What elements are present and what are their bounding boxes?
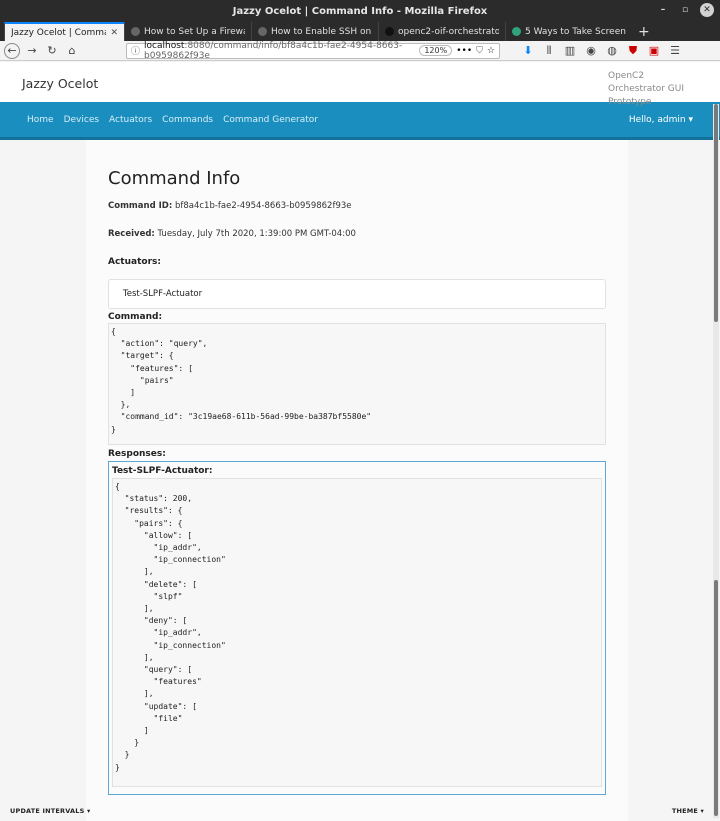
pdf-icon[interactable]: ▣ [646, 43, 662, 59]
back-arrow-icon[interactable]: ← [4, 42, 20, 59]
received-label: Received: [108, 229, 155, 239]
response-actuator-label: Test-SLPF-Actuator: [112, 466, 213, 476]
home-icon[interactable]: ⌂ [64, 43, 80, 59]
browser-toolbar: ← → ↻ ⌂ ⓘ localhost:8080/command/info/bf… [0, 41, 720, 61]
tab-close-icon[interactable]: ✕ [110, 28, 118, 38]
nav-home[interactable]: Home [27, 115, 54, 125]
command-json: { "action": "query", "target": { "featur… [108, 323, 606, 445]
forward-arrow-icon[interactable]: → [24, 43, 40, 59]
response-card: Test-SLPF-Actuator: { "status": 200, "re… [108, 461, 606, 795]
github-icon [385, 27, 394, 36]
response-json: { "status": 200, "results": { "pairs": {… [112, 478, 602, 787]
extension-icon[interactable]: ◍ [604, 43, 620, 59]
tab-label: 5 Ways to Take Screensh [525, 26, 626, 37]
reload-icon[interactable]: ↻ [44, 43, 60, 59]
page-scrollbar[interactable] [713, 104, 719, 818]
tab-openc2[interactable]: openc2-oif-orchestrator [378, 22, 505, 41]
nav-commands[interactable]: Commands [162, 115, 213, 125]
actuators-label: Actuators: [108, 257, 161, 267]
app-header: Jazzy Ocelot OpenC2 Orchestrator GUI Pro… [0, 62, 720, 107]
new-tab-button[interactable]: + [632, 22, 656, 41]
nav-devices[interactable]: Devices [64, 115, 99, 125]
site-icon [258, 27, 267, 36]
tab-label: How to Set Up a Firewall [144, 26, 245, 37]
tab-label: openc2-oif-orchestrator [398, 26, 499, 37]
actuator-item[interactable]: Test-SLPF-Actuator [108, 279, 606, 309]
scrollbar-thumb[interactable] [714, 104, 718, 322]
shield-icon[interactable]: ⛊ [625, 43, 641, 59]
page-viewport: Jazzy Ocelot OpenC2 Orchestrator GUI Pro… [0, 62, 720, 821]
received-value: Tuesday, July 7th 2020, 1:39:00 PM GMT-0… [157, 229, 356, 239]
download-icon[interactable]: ⬇ [520, 43, 536, 59]
tab-label: How to Enable SSH on U [271, 26, 372, 37]
page-title: Command Info [108, 168, 241, 189]
update-intervals-dropdown[interactable]: UPDATE INTERVALS ▾ [10, 807, 90, 815]
nav-actuators[interactable]: Actuators [109, 115, 152, 125]
window-title: Jazzy Ocelot | Command Info - Mozilla Fi… [232, 5, 488, 17]
brand-name[interactable]: Jazzy Ocelot [22, 62, 98, 91]
site-icon [131, 27, 140, 36]
zoom-level[interactable]: 120% [419, 45, 453, 56]
command-id-label: Command ID: [108, 201, 173, 211]
received-row: Received: Tuesday, July 7th 2020, 1:39:0… [108, 229, 606, 239]
tab-label: Jazzy Ocelot | Command [11, 27, 106, 38]
url-bar[interactable]: ⓘ localhost:8080/command/info/bf8a4c1b-f… [126, 40, 500, 61]
pocket-icon[interactable]: ⛉ [476, 46, 483, 56]
bookmark-star-icon[interactable]: ☆ [487, 46, 495, 56]
site-icon [512, 27, 521, 36]
nav-command-generator[interactable]: Command Generator [223, 115, 318, 125]
scrollbar-thumb-lower[interactable] [714, 580, 718, 816]
window-titlebar: Jazzy Ocelot | Command Info - Mozilla Fi… [0, 0, 720, 22]
tab-strip: Jazzy Ocelot | Command ✕ How to Set Up a… [0, 22, 720, 41]
close-icon[interactable]: ✕ [700, 3, 714, 17]
account-icon[interactable]: ◉ [583, 43, 599, 59]
command-id-value: bf8a4c1b-fae2-4954-8663-b0959862f93e [174, 201, 352, 211]
minimize-icon[interactable]: – [656, 3, 670, 17]
user-menu[interactable]: Hello, admin ▾ [629, 115, 693, 125]
tab-ssh[interactable]: How to Enable SSH on U [251, 22, 378, 41]
tab-jazzy-ocelot[interactable]: Jazzy Ocelot | Command ✕ [4, 22, 124, 41]
menu-icon[interactable]: ☰ [667, 43, 683, 59]
tab-screenshots[interactable]: 5 Ways to Take Screensh [505, 22, 632, 41]
theme-dropdown[interactable]: THEME ▾ [672, 807, 704, 815]
page-info-icon[interactable]: ⓘ [131, 44, 140, 57]
library-icon[interactable]: ⫴ [541, 43, 557, 59]
sidebar-icon[interactable]: ▥ [562, 43, 578, 59]
tab-firewall[interactable]: How to Set Up a Firewall [124, 22, 251, 41]
responses-label: Responses: [108, 449, 166, 459]
maximize-icon[interactable]: ▫ [678, 3, 692, 17]
command-id-row: Command ID: bf8a4c1b-fae2-4954-8663-b095… [108, 201, 606, 211]
url-host: localhost [144, 40, 185, 51]
command-label: Command: [108, 312, 163, 322]
command-info-panel: Command Info Command ID: bf8a4c1b-fae2-4… [86, 140, 628, 821]
brand-subtitle: OpenC2 Orchestrator GUI Prototype [608, 71, 685, 107]
more-icon[interactable]: ••• [456, 46, 472, 56]
